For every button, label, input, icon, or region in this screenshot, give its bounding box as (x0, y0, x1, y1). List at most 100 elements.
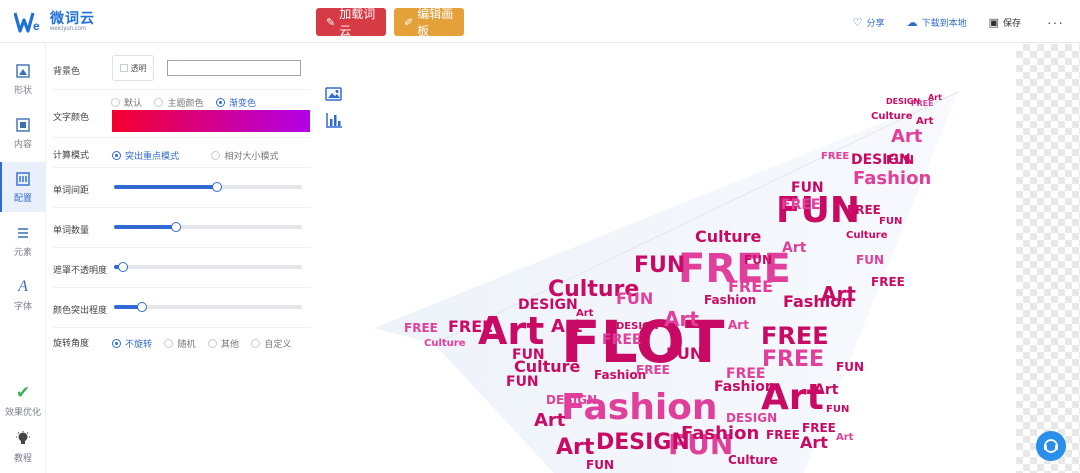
cloud-word[interactable]: Art (891, 126, 923, 147)
rail-item-tutorial[interactable]: 教程 (0, 422, 46, 472)
cloud-word[interactable]: FUN (886, 153, 914, 167)
cloud-word[interactable]: Culture (424, 338, 466, 349)
cloud-word[interactable]: FUN (744, 253, 772, 267)
radio-color-default[interactable]: 默认 (111, 96, 142, 109)
cloud-word[interactable]: FUN (512, 347, 545, 363)
cloud-word[interactable]: Art (664, 307, 699, 331)
logo[interactable]: e 微词云 weiciyun.com (13, 10, 95, 34)
rail-item-content[interactable]: 内容 (0, 108, 46, 158)
rail-item-label: 形状 (13, 84, 32, 95)
slider-handle[interactable] (212, 182, 223, 192)
cloud-word[interactable]: FREE (602, 332, 641, 348)
transparent-toggle[interactable]: 透明 (112, 55, 154, 81)
cloud-word[interactable]: FREE (766, 428, 800, 442)
cloud-word[interactable]: FREE (847, 203, 881, 217)
cloud-word[interactable]: DESIGN (886, 97, 920, 106)
bg-color-input[interactable] (167, 60, 301, 76)
gradient-color-bar[interactable] (112, 110, 310, 132)
radio-rotate-custom[interactable]: 自定义 (251, 337, 291, 350)
cloud-word[interactable]: Fashion (704, 293, 756, 307)
radio-label: 渐变色 (228, 98, 256, 108)
cloud-word[interactable]: Fashion (783, 292, 853, 311)
cloud-word[interactable]: DESIGN (518, 297, 578, 313)
rail-item-font[interactable]: A 字体 (0, 270, 46, 320)
spacing-slider[interactable] (114, 182, 302, 192)
radio-calc-emphasis[interactable]: 突出重点模式 (112, 149, 179, 162)
cloud-word[interactable]: Art (728, 318, 749, 332)
slider-handle[interactable] (118, 262, 129, 272)
load-wordcloud-button[interactable]: ✎ 加载词云 (316, 7, 386, 38)
cloud-word[interactable]: Art (551, 316, 583, 337)
cloud-word[interactable]: DESIGN (546, 393, 597, 407)
rail-item-config[interactable]: 配置 (0, 162, 46, 212)
cloud-word[interactable]: FUN (666, 344, 703, 363)
cloud-word[interactable]: FUN (634, 253, 685, 278)
cloud-word[interactable]: DESIGN (726, 411, 777, 425)
cloud-word[interactable]: FREE (448, 317, 493, 336)
cloud-word[interactable]: Art (556, 435, 595, 460)
cloud-word[interactable]: FREE (781, 197, 820, 213)
cloud-word[interactable]: FREE (762, 347, 824, 372)
rail-item-element[interactable]: 元素 (0, 216, 46, 266)
cloud-word[interactable]: Art (782, 240, 807, 256)
radio-color-theme[interactable]: 主题颜色 (154, 96, 203, 109)
rail-item-shape[interactable]: 形状 (0, 54, 46, 104)
cloud-word[interactable]: Art (800, 433, 828, 452)
rail-tutorial-label: 教程 (13, 452, 32, 463)
radio-rotate-none[interactable]: 不旋转 (112, 337, 152, 350)
transparent-checkbox[interactable] (119, 64, 128, 72)
cloud-word[interactable]: Culture (871, 111, 913, 122)
cloud-word[interactable]: Art (534, 410, 566, 431)
cloud-word[interactable]: Culture (695, 227, 762, 246)
cloud-word[interactable]: Fashion (853, 168, 931, 189)
cloud-word[interactable]: Art (928, 93, 942, 102)
cloud-word[interactable]: FREE (636, 363, 670, 377)
cloud-word[interactable]: FUN (586, 458, 614, 472)
more-options-button[interactable]: ··· (1047, 14, 1064, 30)
rail-item-label: 字体 (13, 300, 32, 311)
cloud-word[interactable]: FREE (821, 151, 849, 162)
cloud-word[interactable]: DESIGN (596, 430, 690, 455)
mask-opacity-slider[interactable] (114, 262, 302, 272)
cloud-word[interactable]: FREE (404, 321, 438, 335)
rail-item-optimize[interactable]: ✔ 效果优化 (0, 376, 46, 426)
app-window: e 微词云 weiciyun.com ✎ 加载词云 ✐ 编辑画板 ♡ 分享 ☁ … (0, 0, 1080, 473)
cloud-word[interactable]: FUN (506, 374, 539, 390)
cloud-word[interactable]: Fashion (681, 423, 759, 444)
download-button[interactable]: ☁ 下载到本地 (907, 16, 967, 29)
save-icon: ▣ (988, 16, 999, 29)
cloud-word[interactable]: Culture (728, 453, 778, 467)
cloud-word[interactable]: FUN (836, 360, 864, 374)
radio-calc-relative[interactable]: 相对大小模式 (211, 149, 278, 162)
cloud-word[interactable]: FUN (856, 253, 884, 267)
help-chat-button[interactable] (1036, 431, 1066, 461)
cloud-word[interactable]: FUN (826, 404, 849, 415)
cloud-word[interactable]: Art (836, 432, 854, 443)
cloud-word[interactable]: FREE (726, 366, 765, 382)
cloud-word[interactable]: FUN (616, 289, 653, 308)
cloud-word[interactable]: FREE (871, 275, 905, 289)
edit-canvas-button[interactable]: ✐ 编辑画板 (394, 7, 464, 38)
cloud-word[interactable]: Art (814, 382, 839, 398)
slider-handle[interactable] (137, 302, 148, 312)
cloud-word[interactable]: FREE (761, 322, 829, 350)
cloud-word[interactable]: Art (916, 116, 934, 127)
rail-optimize-label: 效果优化 (4, 406, 41, 417)
slider-handle[interactable] (171, 222, 182, 232)
radio-color-gradient[interactable]: 渐变色 (215, 96, 256, 109)
radio-rotate-random[interactable]: 随机 (164, 337, 195, 350)
cloud-word[interactable]: FUN (879, 216, 902, 227)
word-count-slider[interactable] (114, 222, 302, 232)
cloud-word[interactable]: DESIGN (616, 321, 659, 332)
cloud-word[interactable]: FREE (802, 421, 836, 435)
settings-panel: 背景色 透明 默认 主题颜色 渐变色 文字颜色 计算模式 突出重点模式 相对大小… (47, 44, 315, 473)
radio-rotate-other[interactable]: 其他 (207, 337, 239, 350)
cloud-word[interactable]: Culture (846, 230, 888, 241)
cloud-word[interactable]: FUN (791, 180, 824, 196)
cloud-word[interactable]: Art (576, 308, 594, 319)
color-emphasis-slider[interactable] (114, 302, 302, 312)
share-button[interactable]: ♡ 分享 (853, 16, 885, 29)
radio-label: 突出重点模式 (125, 151, 180, 161)
wordcloud-canvas[interactable]: FLOT FREE FUN Art Fashion Art Culture FUN DESIGN… (316, 44, 1080, 473)
save-button[interactable]: ▣ 保存 (989, 16, 1021, 29)
